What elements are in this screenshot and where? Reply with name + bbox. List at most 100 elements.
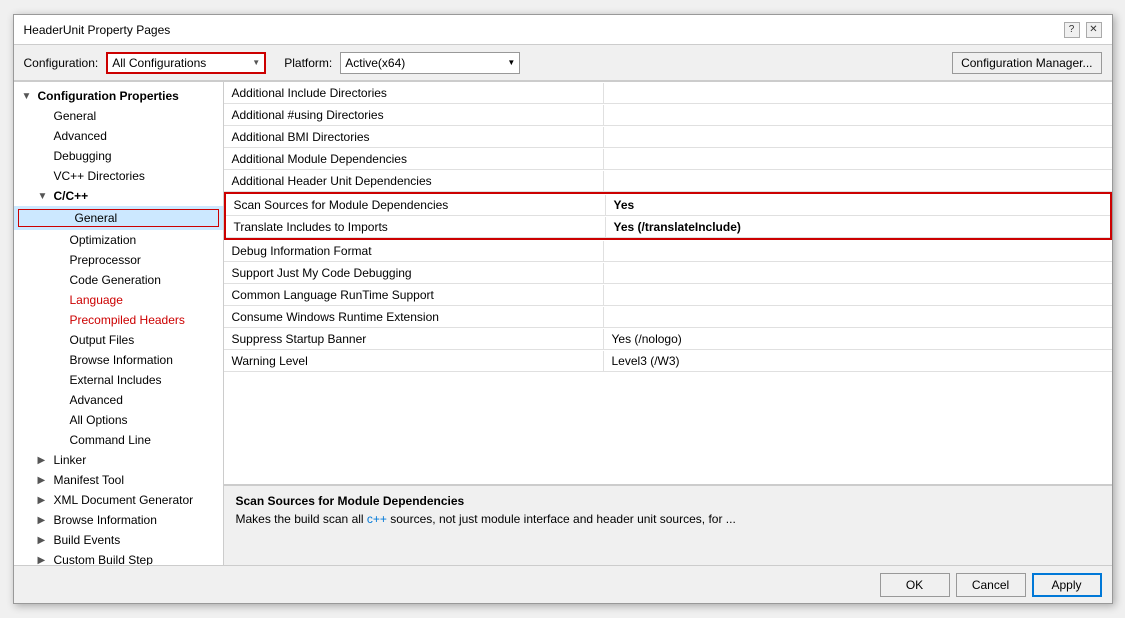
tree-label-cpp: C/C++ — [54, 189, 89, 203]
tree-label-cpp-general: General — [75, 211, 118, 225]
tree-item-codegen[interactable]: Code Generation — [14, 270, 223, 290]
title-bar: HeaderUnit Property Pages ? ✕ — [14, 15, 1112, 45]
tree-item-config-props[interactable]: ▼ Configuration Properties — [14, 86, 223, 106]
tree-item-cmdline[interactable]: Command Line — [14, 430, 223, 450]
tree-item-preprocessor[interactable]: Preprocessor — [14, 250, 223, 270]
prop-row[interactable]: Common Language RunTime Support — [224, 284, 1112, 306]
config-combo-arrow: ▼ — [252, 58, 260, 67]
prop-value — [604, 90, 1112, 96]
prop-row[interactable]: Consume Windows Runtime Extension — [224, 306, 1112, 328]
arrow-linker: ▶ — [38, 455, 54, 466]
prop-value: Yes (/nologo) — [604, 329, 1112, 349]
description-title: Scan Sources for Module Dependencies — [236, 494, 1100, 508]
property-pages-dialog: HeaderUnit Property Pages ? ✕ Configurat… — [13, 14, 1113, 604]
prop-value — [604, 292, 1112, 298]
ok-button[interactable]: OK — [880, 573, 950, 597]
prop-row[interactable]: Additional Header Unit Dependencies — [224, 170, 1112, 192]
tree-item-build-events[interactable]: ▶ Build Events — [14, 530, 223, 550]
tree-label-general: General — [54, 109, 97, 123]
prop-value: Yes — [606, 195, 1110, 215]
prop-value — [604, 156, 1112, 162]
description-text: Makes the build scan all c++ sources, no… — [236, 512, 1100, 526]
prop-value: Level3 (/W3) — [604, 351, 1112, 371]
tree-item-vcpp[interactable]: VC++ Directories — [14, 166, 223, 186]
prop-row[interactable]: Additional #using Directories — [224, 104, 1112, 126]
prop-name: Additional Include Directories — [224, 83, 604, 103]
tree-label-linker: Linker — [54, 453, 87, 467]
tree-item-pch[interactable]: Precompiled Headers — [14, 310, 223, 330]
prop-name: Warning Level — [224, 351, 604, 371]
tree-label-pch: Precompiled Headers — [70, 313, 185, 327]
tree-label-cpp-advanced: Advanced — [70, 393, 123, 407]
tree-label-language: Language — [70, 293, 123, 307]
close-button[interactable]: ✕ — [1086, 22, 1102, 38]
prop-name: Debug Information Format — [224, 241, 604, 261]
prop-row[interactable]: Support Just My Code Debugging — [224, 262, 1112, 284]
prop-value — [604, 248, 1112, 254]
prop-value — [604, 134, 1112, 140]
tree-item-optimization[interactable]: Optimization — [14, 230, 223, 250]
prop-row[interactable]: Scan Sources for Module Dependencies Yes — [226, 194, 1110, 216]
tree-item-browse-info[interactable]: ▶ Browse Information — [14, 510, 223, 530]
tree-item-cpp-general[interactable]: General — [14, 206, 223, 230]
prop-row[interactable]: Warning Level Level3 (/W3) — [224, 350, 1112, 372]
tree-item-cpp-advanced[interactable]: Advanced — [14, 390, 223, 410]
prop-name: Additional Module Dependencies — [224, 149, 604, 169]
tree-label-xml: XML Document Generator — [54, 493, 194, 507]
tree-item-advanced[interactable]: Advanced — [14, 126, 223, 146]
description-panel: Scan Sources for Module Dependencies Mak… — [224, 485, 1112, 565]
prop-name: Additional Header Unit Dependencies — [224, 171, 604, 191]
prop-value — [604, 178, 1112, 184]
prop-name: Suppress Startup Banner — [224, 329, 604, 349]
help-button[interactable]: ? — [1064, 22, 1080, 38]
tree-item-language[interactable]: Language — [14, 290, 223, 310]
tree-label-vcpp: VC++ Directories — [54, 169, 145, 183]
arrow-custom-build: ▶ — [38, 555, 54, 566]
tree-label-codegen: Code Generation — [70, 273, 161, 287]
arrow-xml: ▶ — [38, 495, 54, 506]
tree-item-debugging[interactable]: Debugging — [14, 146, 223, 166]
tree-item-custom-build[interactable]: ▶ Custom Build Step — [14, 550, 223, 565]
toolbar: Configuration: All Configurations ▼ Plat… — [14, 45, 1112, 81]
prop-name: Translate Includes to Imports — [226, 217, 606, 237]
arrow-build-events: ▶ — [38, 535, 54, 546]
apply-button[interactable]: Apply — [1032, 573, 1102, 597]
tree-item-cpp[interactable]: ▼ C/C++ — [14, 186, 223, 206]
tree-item-linker[interactable]: ▶ Linker — [14, 450, 223, 470]
arrow-manifest: ▶ — [38, 475, 54, 486]
tree-label-build-events: Build Events — [54, 533, 121, 547]
config-label: Configuration: — [24, 56, 99, 70]
cancel-button[interactable]: Cancel — [956, 573, 1026, 597]
prop-row[interactable]: Additional Include Directories — [224, 82, 1112, 104]
prop-name: Scan Sources for Module Dependencies — [226, 195, 606, 215]
prop-name: Support Just My Code Debugging — [224, 263, 604, 283]
config-value: All Configurations — [112, 56, 248, 70]
tree-item-extincludes[interactable]: External Includes — [14, 370, 223, 390]
arrow-browse: ▶ — [38, 515, 54, 526]
configuration-combo[interactable]: All Configurations ▼ — [106, 52, 266, 74]
prop-name: Consume Windows Runtime Extension — [224, 307, 604, 327]
prop-row[interactable]: Translate Includes to Imports Yes (/tran… — [226, 216, 1110, 238]
properties-table: Additional Include Directories Additiona… — [224, 82, 1112, 485]
prop-row[interactable]: Additional BMI Directories — [224, 126, 1112, 148]
content-area: ▼ Configuration Properties General Advan… — [14, 81, 1112, 565]
config-manager-button[interactable]: Configuration Manager... — [952, 52, 1101, 74]
tree-item-alloptions[interactable]: All Options — [14, 410, 223, 430]
platform-value: Active(x64) — [345, 56, 507, 70]
tree-label-custom-build: Custom Build Step — [54, 553, 153, 565]
prop-row[interactable]: Suppress Startup Banner Yes (/nologo) — [224, 328, 1112, 350]
platform-combo[interactable]: Active(x64) ▼ — [340, 52, 520, 74]
tree-label-debugging: Debugging — [54, 149, 112, 163]
tree-item-general[interactable]: General — [14, 106, 223, 126]
tree-item-browse-cpp[interactable]: Browse Information — [14, 350, 223, 370]
dialog-title: HeaderUnit Property Pages — [24, 23, 171, 37]
prop-row[interactable]: Debug Information Format — [224, 240, 1112, 262]
tree-item-output[interactable]: Output Files — [14, 330, 223, 350]
prop-name: Additional BMI Directories — [224, 127, 604, 147]
tree-item-xml[interactable]: ▶ XML Document Generator — [14, 490, 223, 510]
tree-item-manifest[interactable]: ▶ Manifest Tool — [14, 470, 223, 490]
prop-row[interactable]: Additional Module Dependencies — [224, 148, 1112, 170]
tree-label-browse-info: Browse Information — [54, 513, 157, 527]
prop-name: Common Language RunTime Support — [224, 285, 604, 305]
platform-label: Platform: — [284, 56, 332, 70]
